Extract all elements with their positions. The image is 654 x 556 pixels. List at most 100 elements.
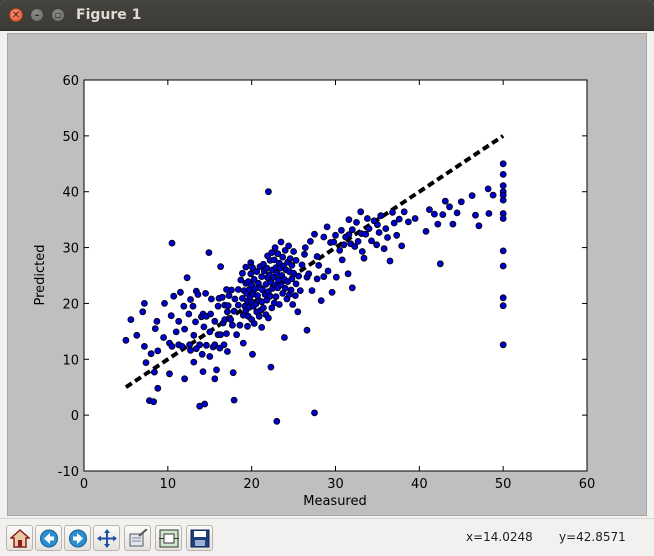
x-tick-label: 0 <box>80 477 88 492</box>
data-point <box>499 341 507 349</box>
y-tick-label: 60 <box>62 74 79 89</box>
data-point <box>340 241 348 249</box>
window-title: Figure 1 <box>76 7 142 23</box>
data-point <box>181 375 189 383</box>
data-point <box>266 292 274 300</box>
data-point <box>348 284 356 292</box>
data-point <box>154 384 162 392</box>
data-point <box>229 369 237 377</box>
data-point <box>275 301 283 308</box>
data-point <box>305 270 313 278</box>
data-point <box>190 331 198 339</box>
data-point <box>206 328 214 336</box>
data-point <box>199 368 207 376</box>
save-button[interactable] <box>186 525 213 551</box>
data-point <box>196 341 204 349</box>
data-point <box>446 203 453 211</box>
cursor-x-readout: x=14.0248 <box>466 530 533 544</box>
maximize-window-button[interactable]: ▫ <box>51 8 65 22</box>
data-point <box>338 256 346 264</box>
data-point <box>187 296 194 303</box>
home-button[interactable] <box>6 525 33 551</box>
pan-button[interactable] <box>93 525 120 551</box>
forward-button[interactable] <box>64 525 91 551</box>
data-point <box>223 308 231 316</box>
title-bar[interactable]: ✕ – ▫ Figure 1 <box>0 0 654 31</box>
data-point <box>386 257 394 265</box>
data-point <box>200 323 208 331</box>
data-point <box>328 288 336 296</box>
data-point <box>499 262 507 270</box>
data-point <box>292 256 300 264</box>
data-point <box>213 366 220 374</box>
data-point <box>202 289 210 297</box>
data-point <box>249 350 256 358</box>
pan-icon <box>97 529 117 548</box>
data-point <box>239 339 247 347</box>
cursor-y-readout: y=42.8571 <box>559 530 626 544</box>
data-point <box>151 325 159 333</box>
data-point <box>439 211 447 219</box>
data-point <box>425 206 433 214</box>
data-point <box>238 269 246 277</box>
data-point <box>345 216 353 224</box>
subplots-button[interactable] <box>155 525 182 551</box>
data-point <box>311 230 318 238</box>
data-point <box>313 253 321 260</box>
data-point <box>337 226 345 234</box>
data-point <box>499 294 507 302</box>
data-point <box>358 248 366 255</box>
close-window-button[interactable]: ✕ <box>9 8 23 22</box>
data-point <box>348 226 356 234</box>
data-point <box>360 254 368 262</box>
figure-window: ✕ – ▫ Figure 1 0 10 20 30 40 50 60 -10 0 10 20 30 40… <box>0 0 654 556</box>
data-point <box>499 160 507 168</box>
data-point <box>389 208 396 216</box>
data-point <box>357 208 365 216</box>
data-point <box>288 261 296 269</box>
data-point <box>324 267 332 275</box>
data-point <box>140 299 148 307</box>
data-point <box>133 331 141 339</box>
back-button[interactable] <box>35 525 62 551</box>
data-point <box>154 347 162 355</box>
data-point <box>296 287 304 295</box>
data-point <box>422 227 430 235</box>
minimize-window-button[interactable]: – <box>30 8 44 22</box>
figure-canvas[interactable]: 0 10 20 30 40 50 60 -10 0 10 20 30 40 50 60 Measured P… <box>7 33 647 516</box>
data-point <box>202 341 210 349</box>
data-point <box>317 297 325 305</box>
data-point <box>484 185 492 193</box>
data-point <box>320 233 328 241</box>
data-point <box>457 198 465 206</box>
data-point <box>223 330 230 338</box>
data-point <box>363 215 371 222</box>
scatter-plot[interactable]: 0 10 20 30 40 50 60-100102030405060 Measured P… <box>8 34 646 515</box>
data-point <box>311 409 318 417</box>
data-point <box>225 292 233 300</box>
zoom-button[interactable] <box>124 525 151 551</box>
data-point <box>142 359 150 367</box>
data-point <box>220 341 228 349</box>
data-point <box>485 210 493 217</box>
data-point <box>250 320 258 327</box>
data-point <box>286 255 294 263</box>
data-point <box>475 222 483 230</box>
data-point <box>122 336 130 344</box>
data-point <box>190 358 198 366</box>
data-point <box>290 248 298 255</box>
data-point <box>280 334 288 341</box>
data-point <box>264 188 272 196</box>
data-point <box>168 239 176 247</box>
data-point <box>330 238 338 246</box>
data-point <box>160 334 168 341</box>
data-point <box>430 210 438 218</box>
data-point <box>499 302 507 310</box>
close-icon: ✕ <box>11 10 21 21</box>
data-point <box>205 249 213 257</box>
data-point <box>400 208 408 216</box>
data-point <box>231 295 239 303</box>
data-point <box>301 250 308 258</box>
data-point <box>227 316 235 324</box>
data-point <box>206 353 214 360</box>
